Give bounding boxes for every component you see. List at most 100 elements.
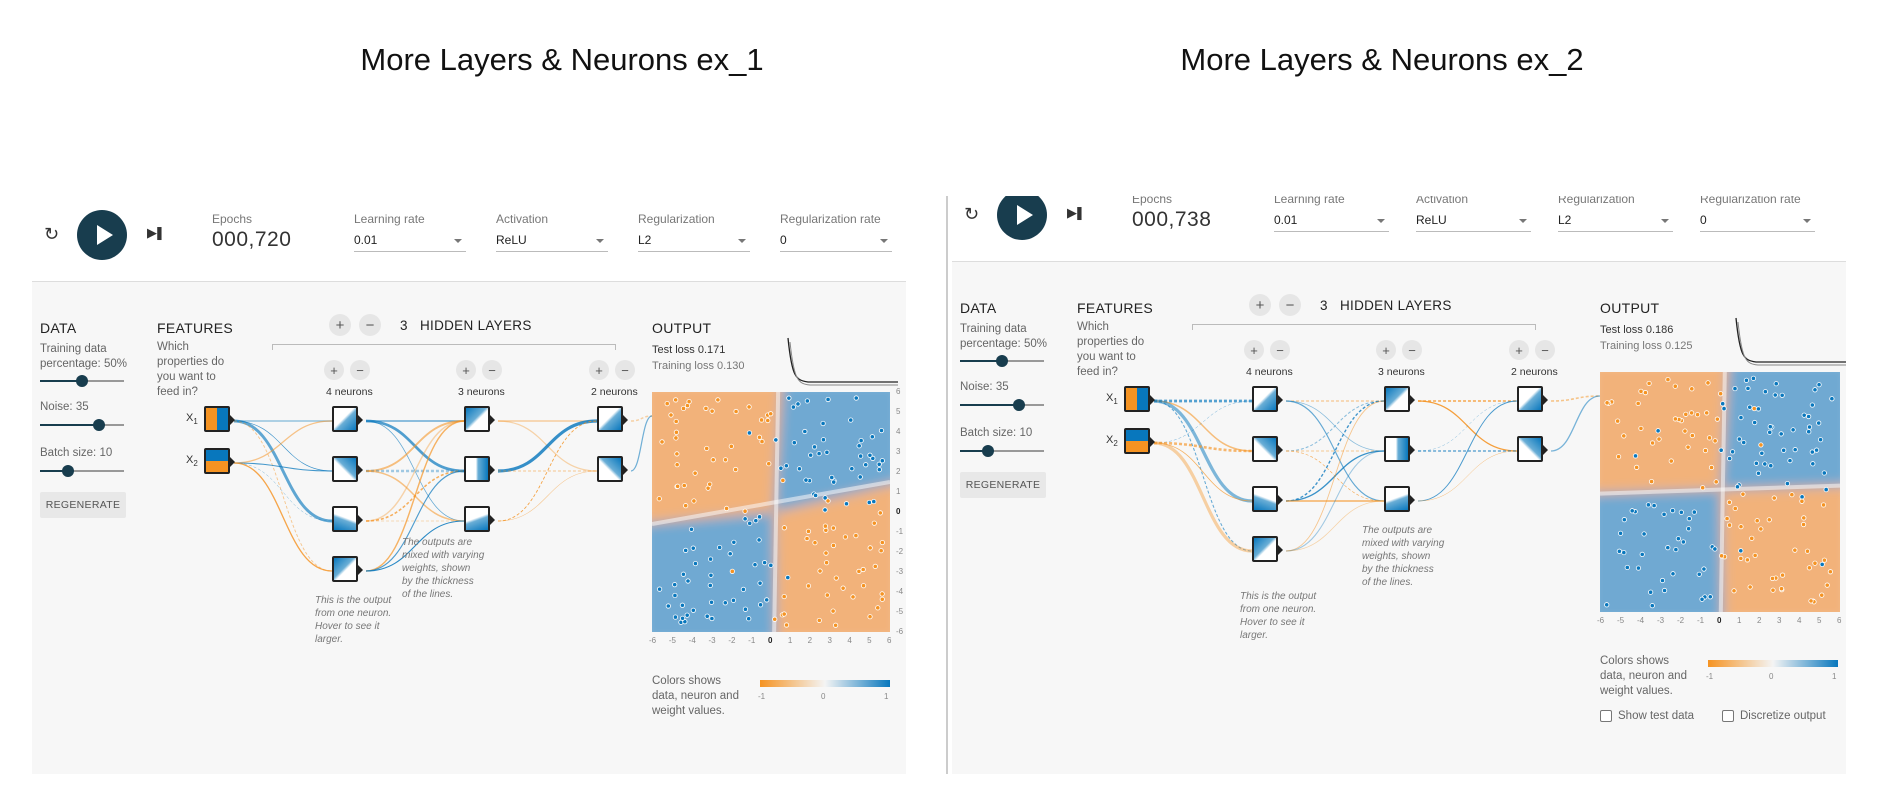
output-heatmap[interactable]	[1600, 372, 1840, 612]
data-point	[708, 572, 714, 578]
hidden-neuron[interactable]	[332, 406, 363, 432]
hidden-neuron[interactable]	[332, 506, 363, 532]
data-point	[672, 592, 678, 599]
discretize-output-label: Discretize output	[1740, 710, 1826, 722]
hidden-neuron[interactable]	[1252, 436, 1283, 462]
legend-tick-label: 0	[821, 692, 826, 701]
feature-x1-node[interactable]	[204, 406, 235, 432]
data-point	[816, 450, 822, 457]
learning-rate-select[interactable]: 0.01	[354, 230, 466, 252]
data-point	[1810, 461, 1816, 467]
x-tick-label: 4	[847, 636, 852, 645]
hidden-neuron[interactable]	[464, 406, 495, 432]
hidden-neuron[interactable]	[1517, 386, 1548, 412]
hidden-neuron[interactable]	[464, 506, 495, 532]
hidden-neuron[interactable]	[1384, 486, 1415, 512]
neuron-annotation-line: This is the output	[1240, 591, 1317, 602]
activation-select[interactable]: ReLU	[496, 230, 608, 252]
hidden-neuron[interactable]	[332, 556, 363, 582]
data-point	[1738, 548, 1744, 554]
data-point	[781, 611, 787, 617]
regularization-select[interactable]: L2	[1558, 210, 1673, 232]
data-point	[656, 586, 663, 592]
data-point	[1789, 492, 1795, 498]
regularization-select[interactable]: L2	[638, 230, 750, 252]
data-point	[1738, 414, 1744, 421]
data-point	[1736, 436, 1742, 442]
data-point	[674, 451, 680, 457]
regularization-rate-select[interactable]: 0	[780, 230, 892, 252]
remove-neuron-button[interactable]: −	[1270, 340, 1290, 360]
show-test-data-checkbox[interactable]	[1600, 710, 1612, 722]
data-point	[1772, 392, 1778, 398]
hidden-neuron[interactable]	[1252, 386, 1283, 412]
step-icon[interactable]: ▶❚	[1067, 206, 1085, 219]
add-neuron-button[interactable]: +	[1509, 340, 1529, 360]
output-heatmap[interactable]	[652, 392, 890, 632]
remove-neuron-button[interactable]: −	[615, 360, 635, 380]
play-button[interactable]	[997, 196, 1047, 240]
data-point	[783, 463, 789, 469]
remove-neuron-button[interactable]: −	[482, 360, 502, 380]
add-neuron-button[interactable]: +	[456, 360, 476, 380]
feature-x2-node[interactable]	[1124, 428, 1155, 454]
regularization-rate-select[interactable]: 0	[1700, 210, 1815, 232]
reset-icon[interactable]: ↻	[44, 225, 59, 243]
remove-neuron-button[interactable]: −	[350, 360, 370, 380]
learning-rate-select[interactable]: 0.01	[1274, 210, 1389, 232]
data-point	[680, 571, 687, 577]
remove-neuron-button[interactable]: −	[1535, 340, 1555, 360]
feature-x1-node[interactable]	[1124, 386, 1155, 412]
regularization-rate-label: Regularization rate	[1700, 196, 1801, 206]
chevron-down-icon	[1519, 219, 1527, 223]
data-point	[759, 438, 765, 445]
hidden-neuron[interactable]	[332, 456, 363, 482]
add-neuron-button[interactable]: +	[324, 360, 344, 380]
colors-legend-text: Colors shows data, neuron and weight value…	[1600, 654, 1700, 699]
add-neuron-button[interactable]: +	[1376, 340, 1396, 360]
hidden-neuron[interactable]	[1384, 436, 1415, 462]
x-tick-label: 0	[1717, 616, 1722, 625]
activation-select[interactable]: ReLU	[1416, 210, 1531, 232]
data-point	[1645, 502, 1651, 508]
top-controls: ↻ ▶❚ Epochs 000,738 Learning rate 0.01 Activat…	[952, 196, 1846, 262]
hidden-neuron[interactable]	[464, 456, 495, 482]
add-neuron-button[interactable]: +	[589, 360, 609, 380]
add-neuron-button[interactable]: +	[1244, 340, 1264, 360]
neurons-count-label: 2 neurons	[1511, 366, 1558, 378]
remove-neuron-button[interactable]: −	[1402, 340, 1422, 360]
data-point	[1806, 565, 1812, 571]
discretize-output-checkbox[interactable]	[1722, 710, 1734, 722]
hidden-neuron[interactable]	[1517, 436, 1548, 462]
epochs-label: Epochs	[1132, 196, 1173, 206]
x-tick-label: -6	[649, 636, 657, 645]
data-point	[674, 462, 680, 468]
epochs-counter: 000,738	[1132, 208, 1212, 231]
data-point	[772, 616, 778, 622]
weight-link	[1417, 450, 1518, 502]
data-point	[1675, 536, 1681, 542]
feature-x2-node[interactable]	[204, 448, 235, 474]
step-icon[interactable]: ▶❚	[147, 226, 165, 239]
output-title: OUTPUT	[1600, 300, 1660, 316]
hidden-neuron[interactable]	[1384, 386, 1415, 412]
hidden-neuron[interactable]	[597, 406, 628, 432]
weight-link	[233, 420, 333, 464]
data-point	[756, 434, 763, 440]
data-point	[1738, 524, 1744, 530]
data-point	[858, 437, 864, 444]
data-point	[672, 614, 679, 620]
reset-icon[interactable]: ↻	[964, 205, 979, 223]
data-point	[1718, 447, 1724, 453]
data-point	[709, 408, 715, 414]
data-point	[757, 602, 764, 608]
hidden-neuron[interactable]	[597, 456, 628, 482]
data-point	[1648, 589, 1654, 595]
data-point	[833, 575, 839, 581]
play-button[interactable]	[77, 210, 127, 260]
data-point	[1642, 390, 1649, 396]
hidden-neuron[interactable]	[1252, 486, 1283, 512]
data-point	[746, 404, 752, 410]
hidden-neuron[interactable]	[1252, 536, 1283, 562]
neurons-count-label: 2 neurons	[591, 386, 638, 398]
